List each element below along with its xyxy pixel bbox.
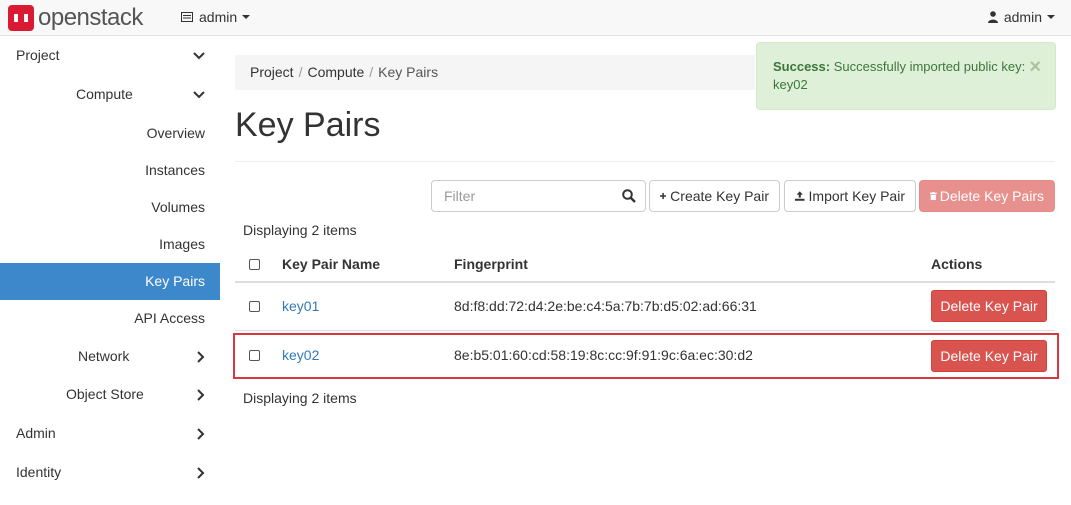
chevron-right-icon: [197, 338, 205, 375]
project-list-icon: [181, 12, 193, 22]
sidebar-item-volumes[interactable]: Volumes: [0, 189, 220, 226]
sidebar-item-label: API Access: [134, 310, 205, 326]
breadcrumb-separator: /: [369, 64, 374, 80]
breadcrumb-current: Key Pairs: [378, 64, 439, 80]
row-checkbox[interactable]: [249, 301, 260, 312]
sidebar: Project Compute Overview Instances Volum…: [0, 37, 220, 505]
sidebar-item-network[interactable]: Network: [0, 338, 220, 375]
row-highlight-box: [233, 333, 1059, 379]
create-key-pair-label: Create Key Pair: [670, 188, 769, 204]
project-switcher-label: admin: [199, 9, 238, 25]
sidebar-item-overview[interactable]: Overview: [0, 115, 220, 152]
sidebar-item-label: Key Pairs: [145, 273, 205, 289]
select-all-checkbox[interactable]: [249, 259, 260, 270]
row-divider: [235, 330, 1055, 331]
column-header-name[interactable]: Key Pair Name: [282, 256, 380, 272]
sidebar-item-object-store[interactable]: Object Store: [0, 376, 220, 413]
trash-icon: [930, 191, 937, 201]
title-divider: [235, 161, 1055, 162]
plus-icon: [660, 192, 667, 200]
user-menu-label: admin: [1003, 9, 1042, 25]
sidebar-item-admin[interactable]: Admin: [0, 415, 220, 452]
project-switcher[interactable]: admin: [181, 9, 251, 25]
sidebar-item-label: Volumes: [151, 199, 205, 215]
sidebar-item-label: Images: [159, 236, 205, 252]
breadcrumb: Project / Compute / Key Pairs: [235, 55, 755, 90]
user-icon: [987, 11, 998, 23]
breadcrumb-compute[interactable]: Compute: [307, 64, 364, 80]
filter-input[interactable]: [432, 181, 612, 211]
alert-strong: Success:: [773, 59, 831, 74]
import-key-pair-label: Import Key Pair: [808, 188, 905, 204]
chevron-down-icon: [1047, 15, 1055, 19]
top-navbar: openstack admin admin: [0, 0, 1071, 36]
sidebar-item-label: Object Store: [66, 386, 144, 402]
sidebar-item-label: Compute: [76, 86, 133, 102]
openstack-logo[interactable]: openstack: [8, 4, 143, 32]
key-pair-name-link[interactable]: key01: [282, 298, 319, 314]
close-icon[interactable]: ×: [1029, 57, 1041, 77]
import-key-pair-button[interactable]: Import Key Pair: [784, 180, 916, 212]
sidebar-item-instances[interactable]: Instances: [0, 152, 220, 189]
sidebar-item-label: Admin: [16, 425, 56, 441]
sidebar-item-key-pairs[interactable]: Key Pairs: [0, 263, 220, 300]
openstack-logo-icon: [8, 5, 34, 31]
chevron-right-icon: [197, 415, 205, 452]
fingerprint-value: 8d:f8:dd:72:d4:2e:be:c4:5a:7b:7b:d5:02:a…: [454, 298, 757, 314]
chevron-down-icon: [193, 76, 205, 113]
sidebar-item-label: Network: [78, 348, 130, 364]
sidebar-item-compute[interactable]: Compute: [0, 76, 220, 113]
table-summary: Displaying 2 items: [243, 222, 357, 238]
table-header-divider: [235, 281, 1055, 283]
sidebar-item-api-access[interactable]: API Access: [0, 300, 220, 337]
upload-icon: [795, 191, 805, 201]
delete-key-pairs-button[interactable]: Delete Key Pairs: [919, 180, 1055, 212]
sidebar-item-images[interactable]: Images: [0, 226, 220, 263]
breadcrumb-project[interactable]: Project: [250, 64, 294, 80]
sidebar-item-label: Project: [16, 47, 60, 63]
sidebar-item-label: Identity: [16, 464, 62, 480]
breadcrumb-separator: /: [298, 64, 303, 80]
user-menu[interactable]: admin: [987, 9, 1055, 25]
filter-box: [431, 180, 646, 212]
create-key-pair-button[interactable]: Create Key Pair: [649, 180, 780, 212]
chevron-down-icon: [242, 15, 251, 19]
table-footer-summary: Displaying 2 items: [243, 390, 357, 406]
column-header-fingerprint[interactable]: Fingerprint: [454, 256, 528, 272]
brand-name: openstack: [38, 4, 143, 31]
search-icon[interactable]: [622, 189, 636, 203]
sidebar-item-identity[interactable]: Identity: [0, 454, 220, 491]
column-header-actions: Actions: [931, 256, 983, 272]
delete-key-pair-button[interactable]: Delete Key Pair: [931, 290, 1047, 322]
chevron-down-icon: [193, 37, 205, 74]
sidebar-item-label: Instances: [145, 162, 205, 178]
page-title: Key Pairs: [235, 106, 381, 144]
chevron-right-icon: [197, 454, 205, 491]
chevron-right-icon: [197, 376, 205, 413]
sidebar-item-label: Overview: [146, 125, 205, 141]
sidebar-item-project[interactable]: Project: [0, 37, 220, 74]
delete-key-pairs-label: Delete Key Pairs: [939, 188, 1044, 204]
success-alert: Success: Successfully imported public ke…: [756, 42, 1056, 110]
